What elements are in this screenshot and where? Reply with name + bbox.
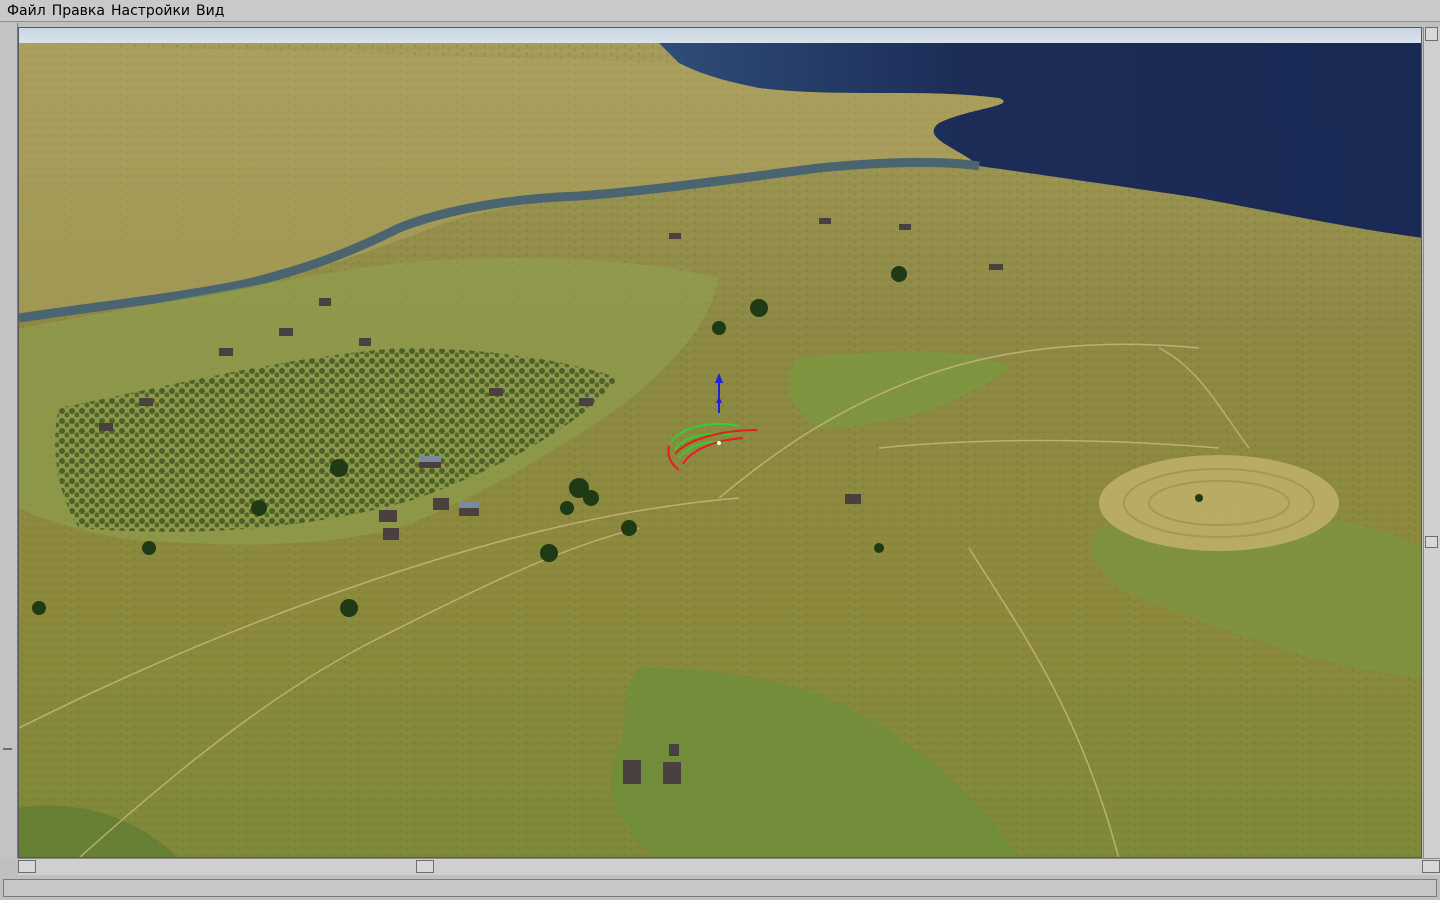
vertical-scrollbar[interactable] xyxy=(1423,27,1440,858)
menu-settings[interactable]: Настройки xyxy=(108,1,193,21)
menu-edit[interactable]: Правка xyxy=(49,1,108,21)
status-bar xyxy=(3,879,1437,897)
scroll-left-button[interactable] xyxy=(18,860,36,873)
left-gutter xyxy=(0,23,18,858)
horizontal-scroll-thumb[interactable] xyxy=(416,860,434,873)
3d-terrain-viewport[interactable] xyxy=(18,27,1422,858)
menu-file[interactable]: Файл xyxy=(4,1,49,21)
scroll-right-button[interactable] xyxy=(1422,860,1440,873)
menu-view[interactable]: Вид xyxy=(193,1,227,21)
terrain-render[interactable] xyxy=(19,28,1422,858)
horizontal-scrollbar[interactable] xyxy=(18,858,1440,875)
gutter-marker xyxy=(3,748,12,750)
editor-frame xyxy=(0,23,1440,878)
vertical-scroll-thumb[interactable] xyxy=(1425,536,1438,548)
scroll-up-button[interactable] xyxy=(1425,27,1438,41)
menu-bar: Файл Правка Настройки Вид xyxy=(0,0,1440,22)
